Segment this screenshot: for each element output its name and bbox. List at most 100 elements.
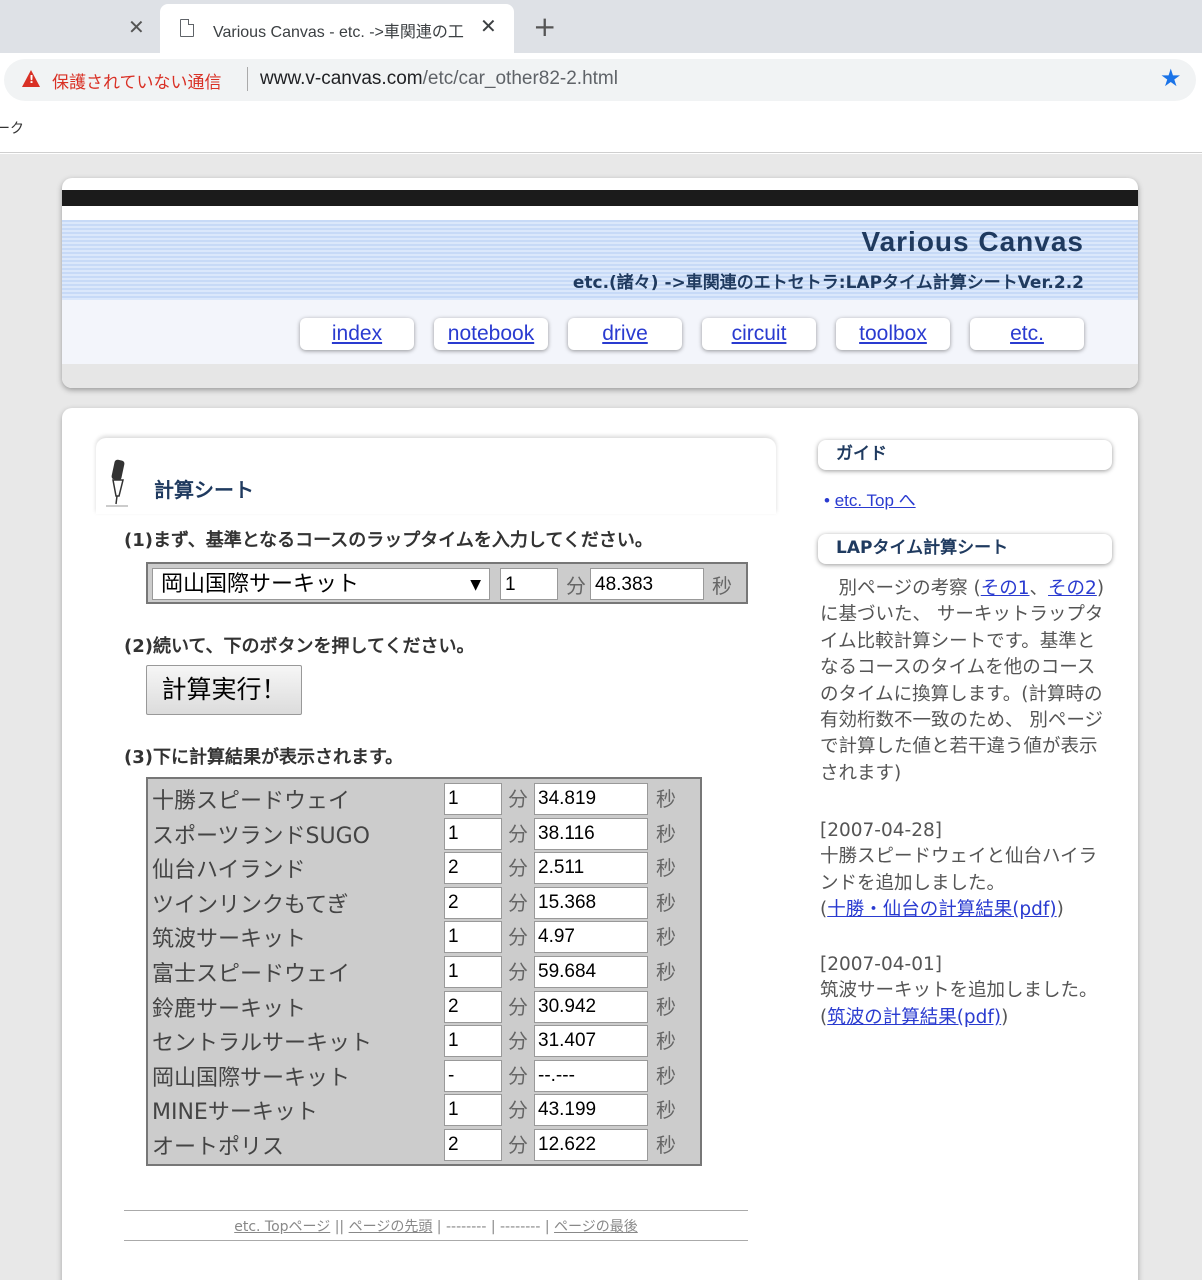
result-seconds[interactable]: 30.942 (534, 990, 648, 1023)
section-title: 計算シート (154, 478, 254, 502)
divider (247, 67, 248, 91)
site-header: Various Canvas etc.(諸々) ->車関連のエトセトラ:LAPタ… (62, 178, 1138, 388)
bookmark-star-icon[interactable]: ★ (1160, 64, 1182, 92)
result-row: 仙台ハイランド 2 分 2.511 秒 (148, 850, 700, 885)
result-row: 岡山国際サーキット - 分 --.--- 秒 (148, 1058, 700, 1093)
results-panel: 十勝スピードウェイ 1 分 34.819 秒 スポーツランドSUGO 1 分 3… (146, 777, 702, 1166)
nav-etc[interactable]: etc. (970, 318, 1084, 350)
seconds-unit: 秒 (656, 925, 676, 950)
nav-circuit[interactable]: circuit (702, 318, 816, 350)
desc-post: ) に基づいた、 サーキットラップタイム比較計算シートです。基準となるコースのタ… (820, 578, 1105, 784)
result-seconds[interactable]: 12.622 (534, 1129, 648, 1161)
pen-icon (106, 459, 128, 507)
course-select-value: 岡山国際サーキット (161, 572, 360, 597)
minutes-unit: 分 (508, 890, 528, 915)
result-minutes[interactable]: 1 (444, 921, 502, 954)
result-row: 筑波サーキット 1 分 4.97 秒 (148, 919, 700, 954)
warning-icon[interactable] (22, 70, 40, 87)
nav-toolbox[interactable]: toolbox (836, 318, 950, 350)
result-minutes[interactable]: 1 (444, 1094, 502, 1127)
course-name: セントラルサーキット (152, 1031, 373, 1057)
etc-top-sidebar-link[interactable]: etc. Top へ (835, 491, 916, 510)
nav-index[interactable]: index (300, 318, 414, 350)
section-header: 計算シート (96, 438, 776, 514)
page-bottom-link[interactable]: ページの最後 (554, 1219, 638, 1235)
seconds-unit: 秒 (656, 1133, 676, 1157)
browser-tab[interactable]: Various Canvas - etc. ->車関連の工 ✕ (160, 4, 514, 53)
result-minutes[interactable]: 1 (444, 956, 502, 988)
result-seconds[interactable]: 59.684 (534, 956, 648, 988)
minutes-unit: 分 (508, 960, 528, 984)
tsukuba-pdf-link[interactable]: 筑波の計算結果(pdf) (827, 1007, 1001, 1028)
minutes-unit: 分 (508, 1063, 528, 1088)
news-date: [2007-04-01] (820, 954, 942, 975)
result-seconds[interactable]: --.--- (534, 1059, 648, 1092)
header-footer-bar (62, 364, 1138, 388)
nav-notebook[interactable]: notebook (434, 318, 548, 350)
course-name: スポーツランドSUGO (152, 823, 370, 849)
result-row: 富士スピードウェイ 1 分 59.684 秒 (148, 954, 700, 989)
page-top-link[interactable]: ページの先頭 (349, 1219, 433, 1235)
minutes-unit: 分 (566, 574, 586, 598)
result-minutes[interactable]: 1 (444, 783, 502, 815)
result-seconds[interactable]: 34.819 (534, 783, 648, 815)
tokachi-sendai-pdf-link[interactable]: 十勝・仙台の計算結果(pdf) (827, 899, 1056, 920)
minutes-unit: 分 (508, 1133, 528, 1157)
minutes-unit: 分 (508, 821, 528, 846)
result-seconds[interactable]: 15.368 (534, 886, 648, 919)
result-minutes[interactable]: 2 (444, 886, 502, 919)
seconds-unit: 秒 (656, 1029, 676, 1054)
result-seconds[interactable]: 43.199 (534, 1094, 648, 1127)
site-subtitle: etc.(諸々) ->車関連のエトセトラ:LAPタイム計算シートVer.2.2 (572, 273, 1084, 293)
part2-link[interactable]: その2 (1048, 578, 1097, 599)
part1-link[interactable]: その1 (981, 578, 1030, 599)
result-minutes[interactable]: 2 (444, 1129, 502, 1161)
result-minutes[interactable]: 1 (444, 1025, 502, 1058)
result-minutes[interactable]: - (444, 1059, 502, 1092)
result-row: 鈴鹿サーキット 2 分 30.942 秒 (148, 989, 700, 1024)
chevron-down-icon: ▼ (470, 577, 481, 593)
minutes-unit: 分 (508, 1098, 528, 1123)
course-name: MINEサーキット (152, 1100, 318, 1126)
url-text[interactable]: www.v-canvas.com/etc/car_other82-2.html (260, 68, 618, 90)
new-tab-icon[interactable]: + (533, 10, 556, 43)
etc-top-link[interactable]: etc. Topページ (234, 1219, 330, 1235)
seconds-unit: 秒 (656, 1063, 676, 1088)
course-name: 鈴鹿サーキット (152, 996, 307, 1022)
minutes-unit: 分 (508, 925, 528, 950)
course-select[interactable]: 岡山国際サーキット ▼ (152, 568, 490, 600)
close-icon[interactable]: ✕ (480, 14, 497, 38)
close-icon[interactable]: ✕ (128, 15, 145, 39)
bookmark-item[interactable]: ーク (0, 118, 24, 138)
url-path: /etc/car_other82-2.html (422, 68, 618, 89)
base-seconds-input[interactable]: 48.383 (590, 568, 704, 600)
result-seconds[interactable]: 2.511 (534, 852, 648, 885)
result-minutes[interactable]: 1 (444, 817, 502, 850)
omnibox[interactable]: 保護されていない通信 www.v-canvas.com/etc/car_othe… (4, 59, 1196, 101)
description-text: 別ページの考察 (その1、その2) に基づいた、 サーキットラップタイム比較計算… (820, 576, 1110, 787)
security-label[interactable]: 保護されていない通信 (52, 68, 222, 93)
result-seconds[interactable]: 4.97 (534, 921, 648, 954)
nav-drive[interactable]: drive (568, 318, 682, 350)
step1-label: (1)まず、基準となるコースのラップタイムを入力してください。 (124, 530, 653, 551)
header-bar (62, 190, 1138, 206)
desc-mid: 、 (1029, 578, 1049, 599)
result-minutes[interactable]: 2 (444, 852, 502, 885)
result-minutes[interactable]: 2 (444, 990, 502, 1023)
calculate-button[interactable]: 計算実行！ (146, 665, 302, 715)
url-host: www.v-canvas.com (260, 68, 423, 89)
base-time-panel: 岡山国際サーキット ▼ 1 分 48.383 秒 (146, 562, 748, 604)
news-link-wrap: (筑波の計算結果(pdf)) (820, 1006, 1009, 1028)
result-seconds[interactable]: 38.116 (534, 817, 648, 850)
result-row: セントラルサーキット 1 分 31.407 秒 (148, 1023, 700, 1058)
seconds-unit: 秒 (656, 821, 676, 846)
seconds-unit: 秒 (656, 890, 676, 915)
course-name: 十勝スピードウェイ (152, 789, 351, 814)
course-name: 筑波サーキット (152, 927, 307, 953)
base-minutes-input[interactable]: 1 (500, 568, 558, 600)
result-seconds[interactable]: 31.407 (534, 1025, 648, 1058)
minutes-unit: 分 (508, 856, 528, 881)
seconds-unit: 秒 (712, 574, 732, 598)
guide-heading: ガイド (818, 440, 1112, 470)
news-item: [2007-04-28] 十勝スピードウェイと仙台ハイランドを追加しました。 (… (820, 818, 1110, 924)
